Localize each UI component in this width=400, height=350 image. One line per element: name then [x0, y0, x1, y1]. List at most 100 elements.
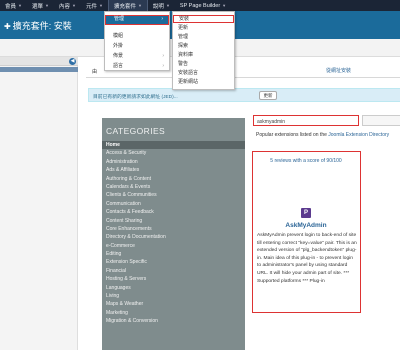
tab-install-from-url[interactable]: 從網址安裝 — [326, 67, 351, 74]
popular-extensions-text: Popular extensions listed on the Joomla … — [256, 132, 389, 138]
menu-item-plugins-label: 外掛 — [113, 43, 124, 49]
jed-link[interactable]: Joomla Extension Directory — [328, 132, 389, 138]
update-button[interactable]: 更新 — [259, 91, 277, 100]
nav-users-label: 會員 — [5, 3, 17, 10]
submenu-item-install-label: 安裝 — [179, 16, 190, 22]
menu-item-modules[interactable]: 模組 — [105, 31, 169, 41]
category-item[interactable]: Authoring & Content — [102, 175, 245, 183]
reviews-link[interactable]: 5 reviews with a score of 90/100 — [253, 157, 359, 165]
chevron-right-icon: › — [162, 63, 164, 69]
sidebar: ◀ — [0, 57, 78, 350]
category-item[interactable]: Editing — [102, 250, 245, 258]
category-item[interactable]: Contacts & Feedback — [102, 208, 245, 216]
category-item[interactable]: Calendars & Events — [102, 183, 245, 191]
menu-item-languages-label: 語言 — [113, 63, 124, 69]
submenu-item-update-label: 更新 — [178, 25, 189, 31]
submenu-item-manage-label: 管理 — [178, 34, 189, 40]
nav-sp-page-builder[interactable]: SP Page Builder ▼ — [175, 0, 231, 11]
popular-prefix: Popular extensions listed on the — [256, 132, 329, 138]
submenu-item-database-label: 資料庫 — [178, 52, 194, 58]
menu-item-modules-label: 模組 — [113, 33, 124, 39]
nav-extensions[interactable]: 擴充套件 ▼ — [107, 0, 148, 11]
menu-item-manage[interactable]: 管理 › — [105, 15, 169, 25]
caret-down-icon: ▼ — [18, 3, 22, 8]
category-item[interactable]: Marketing — [102, 309, 245, 317]
submenu-item-warnings[interactable]: 警告 — [173, 60, 234, 68]
page-title: ✚ 擴充套件: 安裝 — [4, 19, 72, 32]
categories-title: CATEGORIES — [106, 126, 166, 136]
categories-list: Home Access & Security Administration Ad… — [102, 141, 245, 326]
sidebar-header: ◀ — [0, 57, 78, 66]
categories-panel: CATEGORIES Home Access & Security Admini… — [102, 118, 245, 350]
manage-submenu: 安裝 更新 管理 探索 資料庫 警告 安裝語言 更新網站 — [172, 11, 235, 90]
category-item[interactable]: e-Commerce — [102, 242, 245, 250]
caret-down-icon: ▼ — [71, 3, 76, 8]
tab-install-from-web[interactable]: 由 — [92, 68, 97, 75]
menu-item-templates-label: 佈景 — [113, 53, 124, 59]
nav-help-label: 說明 — [152, 3, 164, 10]
update-info-bar: 目前已有新的更新請求如此網址 (JED)... 更新 — [88, 88, 400, 102]
category-item[interactable]: Content Sharing — [102, 217, 245, 225]
extension-logo-icon: P — [301, 208, 311, 218]
update-info-text: 目前已有新的更新請求如此網址 (JED)... — [93, 95, 178, 100]
category-item[interactable]: Financial — [102, 267, 245, 275]
chevron-right-icon: › — [161, 16, 163, 22]
category-item[interactable]: Hosting & Servers — [102, 275, 245, 283]
category-item[interactable]: Maps & Weather — [102, 300, 245, 308]
category-item[interactable]: Home — [102, 141, 245, 150]
submenu-item-install-languages[interactable]: 安裝語言 — [173, 69, 234, 77]
menu-item-manage-label: 管理 — [114, 16, 125, 22]
menu-item-plugins[interactable]: 外掛 — [105, 41, 169, 51]
caret-down-icon: ▼ — [222, 3, 227, 8]
extensions-dropdown: 管理 › 模組 外掛 佈景 › 語言 › — [104, 11, 170, 71]
category-item[interactable]: Clients & Communities — [102, 191, 245, 199]
submenu-item-database[interactable]: 資料庫 — [173, 51, 234, 59]
caret-down-icon: ▼ — [165, 3, 170, 8]
category-item[interactable]: Access & Security — [102, 149, 245, 157]
submenu-item-update-sites-label: 更新網站 — [178, 79, 199, 85]
nav-menus[interactable]: 選單 ▼ — [27, 0, 54, 11]
submenu-item-update-sites[interactable]: 更新網站 — [173, 78, 234, 86]
puzzle-icon: ✚ — [4, 22, 11, 31]
nav-components-label: 元件 — [85, 3, 97, 10]
menu-item-templates[interactable]: 佈景 › — [105, 51, 169, 61]
nav-components[interactable]: 元件 ▼ — [81, 0, 108, 11]
nav-content-label: 內容 — [58, 3, 70, 10]
nav-users[interactable]: 會員 ▼ — [0, 0, 27, 11]
nav-menus-label: 選單 — [31, 3, 43, 10]
extension-description: AskMyAdmin prevent login to back-end of … — [257, 233, 357, 284]
category-item[interactable]: Directory & Documentation — [102, 233, 245, 241]
caret-down-icon: ▼ — [45, 3, 49, 8]
submenu-item-warnings-label: 警告 — [178, 61, 189, 67]
caret-down-icon: ▼ — [98, 3, 103, 8]
submenu-item-discover[interactable]: 探索 — [173, 42, 234, 50]
category-item[interactable]: Core Enhancements — [102, 225, 245, 233]
nav-content[interactable]: 內容 ▼ — [54, 0, 81, 11]
extension-name[interactable]: AskMyAdmin — [253, 222, 359, 229]
search-value: askmyadmin — [257, 118, 286, 125]
menu-item-languages[interactable]: 語言 › — [105, 61, 169, 71]
category-item[interactable]: Living — [102, 292, 245, 300]
nav-help[interactable]: 說明 ▼ — [148, 0, 175, 11]
chevron-right-icon: › — [162, 53, 164, 59]
collapse-sidebar-icon[interactable]: ◀ — [69, 58, 76, 65]
search-button[interactable] — [362, 115, 400, 126]
category-item[interactable]: Ads & Affiliates — [102, 166, 245, 174]
submenu-item-install-languages-label: 安裝語言 — [178, 70, 199, 76]
page-title-text: 擴充套件: 安裝 — [12, 21, 72, 31]
sidebar-item-active[interactable] — [0, 67, 78, 72]
extension-search-input[interactable]: askmyadmin — [253, 115, 359, 126]
category-item[interactable]: Extension Specific — [102, 258, 245, 266]
category-item[interactable]: Administration — [102, 158, 245, 166]
nav-sp-page-builder-label: SP Page Builder — [179, 2, 221, 9]
category-item[interactable]: Migration & Conversion — [102, 317, 245, 325]
submenu-item-install[interactable]: 安裝 — [173, 15, 234, 24]
submenu-item-update[interactable]: 更新 — [173, 24, 234, 32]
extension-card[interactable]: 5 reviews with a score of 90/100 P AskMy… — [252, 151, 361, 313]
category-item[interactable]: Communication — [102, 200, 245, 208]
category-item[interactable]: Languages — [102, 284, 245, 292]
submenu-item-manage[interactable]: 管理 — [173, 33, 234, 41]
caret-down-icon: ▼ — [137, 3, 142, 8]
nav-extensions-label: 擴充套件 — [113, 3, 136, 10]
top-navbar: 會員 ▼ 選單 ▼ 內容 ▼ 元件 ▼ 擴充套件 ▼ 說明 ▼ SP Page Builde… — [0, 0, 400, 11]
